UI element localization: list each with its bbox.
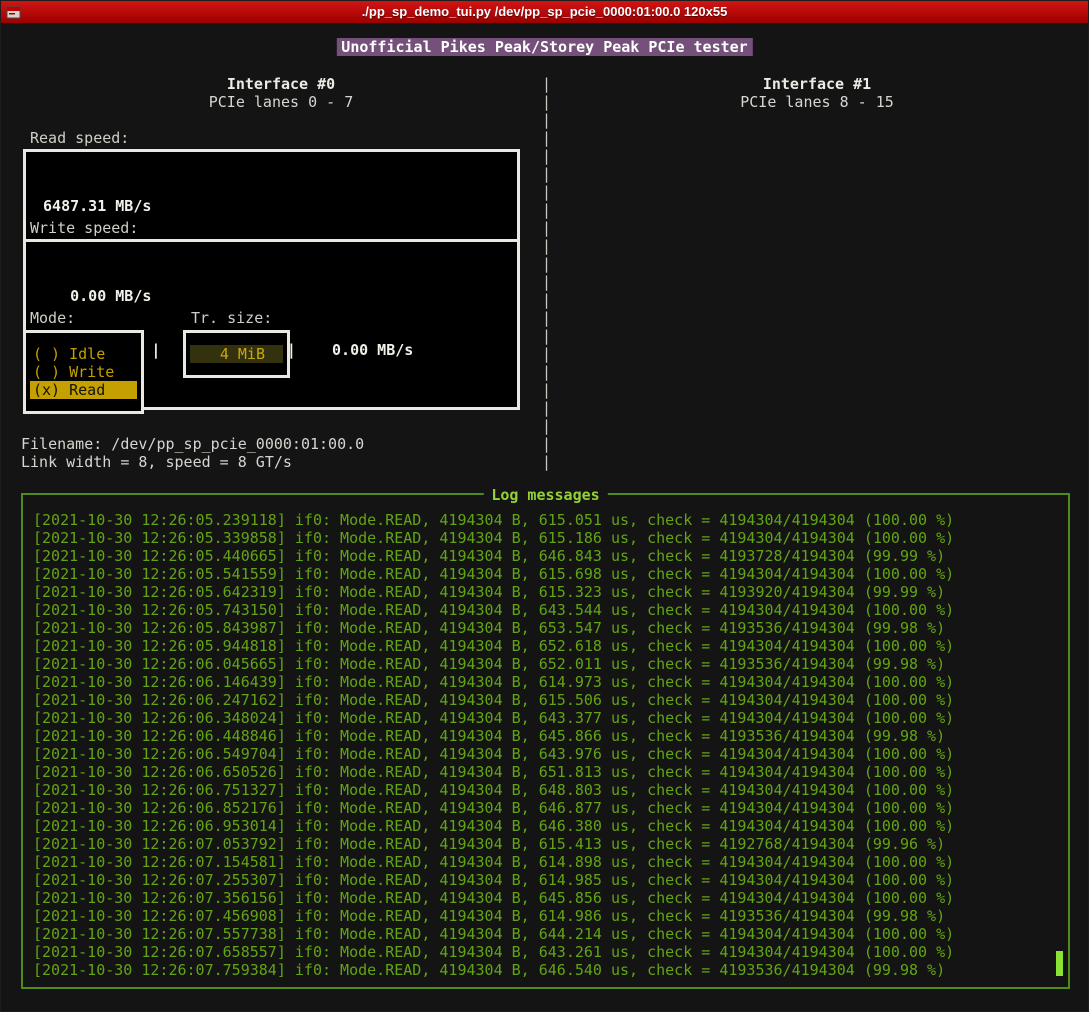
window-title: ./pp_sp_demo_tui.py /dev/pp_sp_pcie_0000…	[362, 3, 728, 21]
log-entry: [2021-10-30 12:26:05.743150] if0: Mode.R…	[33, 601, 1058, 619]
log-entry: [2021-10-30 12:26:06.045665] if0: Mode.R…	[33, 655, 1058, 673]
log-entry: [2021-10-30 12:26:06.751327] if0: Mode.R…	[33, 781, 1058, 799]
log-messages-box: Log messages [2021-10-30 12:26:05.239118…	[21, 493, 1070, 989]
read-speed-label: Read speed:	[30, 129, 129, 147]
mode-radio-option[interactable]: ( ) Write	[30, 363, 137, 381]
log-entry: [2021-10-30 12:26:06.448846] if0: Mode.R…	[33, 727, 1058, 745]
log-list: [2021-10-30 12:26:05.239118] if0: Mode.R…	[23, 495, 1068, 987]
mode-radio-group: ( ) Idle( ) Write(x) Read	[23, 330, 144, 414]
log-entry: [2021-10-30 12:26:05.843987] if0: Mode.R…	[33, 619, 1058, 637]
interface1-subtitle: PCIe lanes 8 - 15	[557, 93, 1077, 111]
write-speed-label: Write speed:	[30, 219, 138, 237]
log-entry: [2021-10-30 12:26:05.541559] if0: Mode.R…	[33, 565, 1058, 583]
interface1-title: Interface #1	[557, 75, 1077, 93]
log-entry: [2021-10-30 12:26:06.549704] if0: Mode.R…	[33, 745, 1058, 763]
log-entry: [2021-10-30 12:26:05.339858] if0: Mode.R…	[33, 529, 1058, 547]
log-entry: [2021-10-30 12:26:05.642319] if0: Mode.R…	[33, 583, 1058, 601]
read-speed-current: 6487.31 MB/s	[34, 197, 517, 215]
window-titlebar[interactable]: ./pp_sp_demo_tui.py /dev/pp_sp_pcie_0000…	[1, 1, 1088, 23]
log-entry: [2021-10-30 12:26:07.759384] if0: Mode.R…	[33, 961, 1058, 979]
log-entry: [2021-10-30 12:26:06.247162] if0: Mode.R…	[33, 691, 1058, 709]
log-entry: [2021-10-30 12:26:07.456908] if0: Mode.R…	[33, 907, 1058, 925]
write-speed-current: 0.00 MB/s	[34, 287, 517, 305]
tr-size-label: Tr. size:	[191, 309, 272, 327]
log-entry: [2021-10-30 12:26:07.557738] if0: Mode.R…	[33, 925, 1058, 943]
log-entry: [2021-10-30 12:26:05.944818] if0: Mode.R…	[33, 637, 1058, 655]
log-entry: [2021-10-30 12:26:07.255307] if0: Mode.R…	[33, 871, 1058, 889]
app-header-title: Unofficial Pikes Peak/Storey Peak PCIe t…	[336, 38, 752, 56]
log-entry: [2021-10-30 12:26:07.154581] if0: Mode.R…	[33, 853, 1058, 871]
mode-radio-option[interactable]: ( ) Idle	[30, 345, 137, 363]
terminal-window: ./pp_sp_demo_tui.py /dev/pp_sp_pcie_0000…	[0, 0, 1089, 1012]
tr-size-input[interactable]: 4 MiB	[190, 345, 283, 363]
log-entry: [2021-10-30 12:26:07.356156] if0: Mode.R…	[33, 889, 1058, 907]
log-entry: [2021-10-30 12:26:07.658557] if0: Mode.R…	[33, 943, 1058, 961]
log-scrollbar-thumb[interactable]	[1056, 951, 1063, 976]
interface0-title: Interface #0	[21, 75, 541, 93]
log-entry: [2021-10-30 12:26:05.239118] if0: Mode.R…	[33, 511, 1058, 529]
log-entry: [2021-10-30 12:26:06.852176] if0: Mode.R…	[33, 799, 1058, 817]
filename-text: Filename: /dev/pp_sp_pcie_0000:01:00.0	[21, 435, 364, 453]
mode-label: Mode:	[30, 309, 75, 327]
log-entry: [2021-10-30 12:26:07.053792] if0: Mode.R…	[33, 835, 1058, 853]
log-entry: [2021-10-30 12:26:06.348024] if0: Mode.R…	[33, 709, 1058, 727]
interface0-subtitle: PCIe lanes 0 - 7	[21, 93, 541, 111]
window-icon[interactable]	[6, 5, 21, 20]
mode-radio-option[interactable]: (x) Read	[30, 381, 137, 399]
column-divider: | | | | | | | | | | | | | | | | | | | | …	[542, 75, 551, 471]
log-entry: [2021-10-30 12:26:06.953014] if0: Mode.R…	[33, 817, 1058, 835]
tr-size-box: 4 MiB	[183, 330, 290, 378]
log-entry: [2021-10-30 12:26:05.440665] if0: Mode.R…	[33, 547, 1058, 565]
log-entry: [2021-10-30 12:26:06.146439] if0: Mode.R…	[33, 673, 1058, 691]
log-entry: [2021-10-30 12:26:06.650526] if0: Mode.R…	[33, 763, 1058, 781]
link-info-text: Link width = 8, speed = 8 GT/s	[21, 453, 292, 471]
